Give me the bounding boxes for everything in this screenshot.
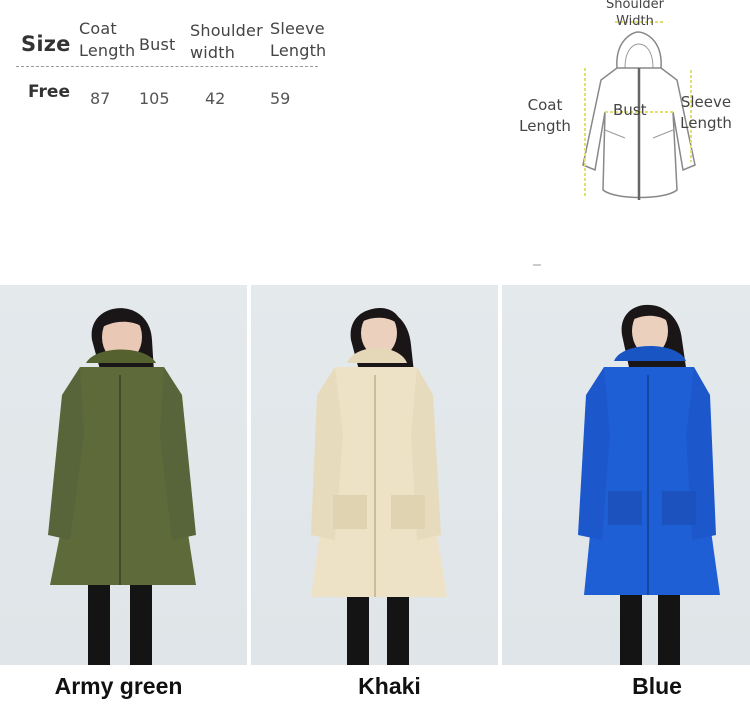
army-green-coat-illustration <box>48 308 196 665</box>
sleeve-length-header: Sleeve Length <box>270 19 327 60</box>
coat-length-label: Coat Length <box>519 96 571 135</box>
coat-length-header: Coat Length <box>79 19 136 60</box>
blue-photo <box>502 285 750 665</box>
bust-header: Bust <box>139 35 176 54</box>
blue-label: Blue <box>632 673 682 699</box>
khaki-label: Khaki <box>358 673 421 699</box>
blue-coat-illustration <box>578 304 720 665</box>
sleeve-length-value: 59 <box>270 89 291 108</box>
shoulder-width-label: Shoulder Width <box>606 0 664 29</box>
bust-value: 105 <box>139 89 170 108</box>
table-divider <box>16 66 318 67</box>
coat-length-value: 87 <box>90 89 111 108</box>
khaki-photo <box>251 285 498 665</box>
shoulder-width-value: 42 <box>205 89 226 108</box>
size-table: Size Coat Length Bust Shoulder width Sle… <box>0 0 340 120</box>
separator-mark <box>533 264 541 266</box>
khaki-coat-illustration <box>311 308 447 665</box>
sleeve-length-label: Sleeve Length <box>680 93 732 132</box>
measurement-diagram: Shoulder Width Coat Length Bust Sleeve L… <box>505 0 750 240</box>
bust-label: Bust <box>613 101 647 119</box>
army-green-photo <box>0 285 247 665</box>
army-green-label: Army green <box>54 673 183 699</box>
shoulder-width-header: Shoulder width <box>190 21 263 62</box>
size-header: Size <box>21 32 71 56</box>
size-value: Free <box>28 82 70 102</box>
